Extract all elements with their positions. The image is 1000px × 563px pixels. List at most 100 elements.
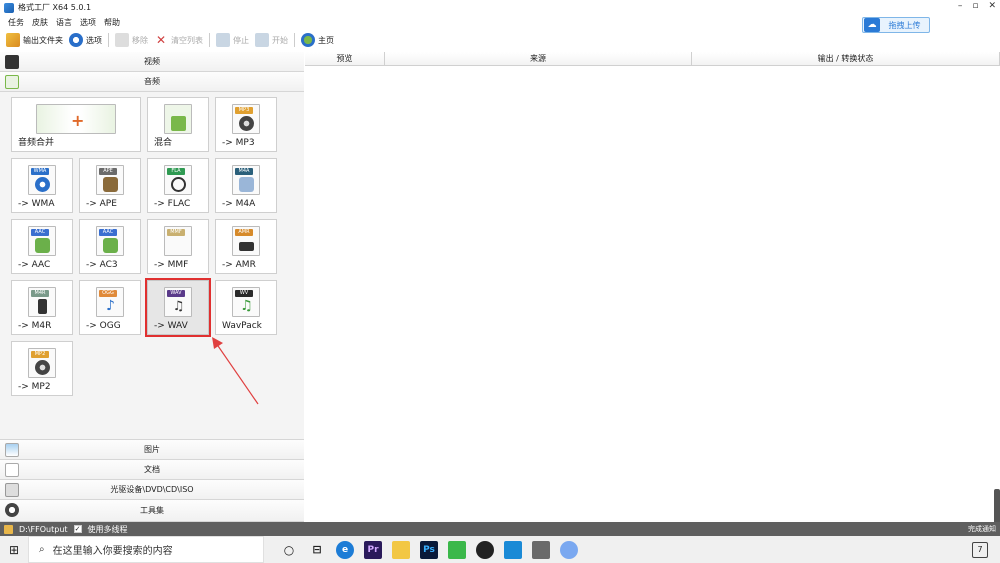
output-folder-button[interactable]: 输出文件夹	[6, 33, 63, 47]
app-icon[interactable]	[560, 540, 578, 559]
task-list-panel: 预览 来源 输出 / 转换状态	[305, 52, 1000, 525]
format-badge: FLA	[167, 168, 185, 175]
category-audio-label: 音频	[144, 77, 160, 86]
tile-audio-merge[interactable]: + 音频合并	[11, 97, 141, 152]
windows-start-icon[interactable]: ⊞	[0, 536, 28, 563]
wechat-icon[interactable]	[448, 540, 466, 559]
category-tools[interactable]: 工具集	[0, 500, 304, 522]
aac-file-icon: AAC	[28, 226, 56, 256]
toolbar-divider	[294, 33, 295, 47]
category-document[interactable]: 文档	[0, 460, 304, 480]
menu-language[interactable]: 语言	[56, 17, 72, 28]
menu-options[interactable]: 选项	[80, 17, 96, 28]
column-output-status[interactable]: 输出 / 转换状态	[692, 52, 1000, 66]
clear-list-label: 清空列表	[171, 35, 203, 45]
stop-button[interactable]: 停止	[216, 33, 249, 47]
tile-label: -> AAC	[18, 260, 51, 270]
play-disc-icon: WMA	[28, 165, 56, 195]
tile-label: -> OGG	[86, 321, 121, 331]
tile-label: -> MMF	[154, 260, 189, 270]
tile-label: -> AMR	[222, 260, 256, 270]
ape-file-icon: APE	[96, 165, 124, 195]
format-badge: M4R	[31, 290, 49, 297]
start-icon	[255, 33, 269, 47]
upload-label: 拖拽上传	[888, 20, 921, 30]
category-image[interactable]: 图片	[0, 440, 304, 460]
start-button[interactable]: 开始	[255, 33, 288, 47]
app-icon[interactable]	[504, 540, 522, 559]
globe-icon	[301, 33, 315, 47]
mmf-file-icon: MMF	[164, 226, 192, 256]
tile-mix[interactable]: 混合	[147, 97, 209, 152]
tile-mp3[interactable]: MP3 -> MP3	[215, 97, 277, 152]
file-explorer-icon[interactable]	[392, 540, 410, 559]
tile-ac3[interactable]: AAC -> AC3	[79, 219, 141, 274]
taskbar-search[interactable]: ⌕ 在这里输入你要搜索的内容	[28, 536, 264, 563]
start-label: 开始	[272, 35, 288, 45]
tile-mmf[interactable]: MMF -> MMF	[147, 219, 209, 274]
category-video[interactable]: 视频	[0, 52, 304, 72]
clear-list-button[interactable]: ✕ 清空列表	[154, 33, 203, 47]
tile-mp2[interactable]: MP2 -> MP2	[11, 341, 73, 396]
options-button[interactable]: 选项	[69, 33, 102, 47]
ac3-file-icon: AAC	[96, 226, 124, 256]
tile-wav[interactable]: WAV ♫ -> WAV	[145, 278, 211, 337]
maximize-button[interactable]: ▫	[972, 1, 978, 11]
tile-label: 混合	[154, 138, 173, 148]
menu-skin[interactable]: 皮肤	[32, 17, 48, 28]
tile-ogg[interactable]: OGG ♪ -> OGG	[79, 280, 141, 335]
minimize-button[interactable]: –	[958, 1, 963, 11]
tile-wma[interactable]: WMA -> WMA	[11, 158, 73, 213]
menu-task[interactable]: 任务	[8, 17, 24, 28]
remove-button[interactable]: 移除	[115, 33, 148, 47]
close-button[interactable]: ✕	[988, 1, 996, 11]
tile-ape[interactable]: APE -> APE	[79, 158, 141, 213]
format-badge: APE	[99, 168, 117, 175]
menu-help[interactable]: 帮助	[104, 17, 120, 28]
format-badge: AMR	[235, 229, 253, 236]
disc-drive-icon	[5, 483, 19, 497]
column-preview[interactable]: 预览	[305, 52, 385, 66]
task-view-icon[interactable]: ⊟	[308, 541, 326, 559]
qq-icon[interactable]	[476, 540, 494, 559]
tile-wavpack[interactable]: WV ♫ WavPack	[215, 280, 277, 335]
side-drag-handle[interactable]	[994, 489, 1000, 525]
tile-label: WavPack	[222, 321, 262, 331]
tile-aac[interactable]: AAC -> AAC	[11, 219, 73, 274]
notify-label[interactable]: 完成通知	[968, 524, 996, 534]
multithread-checkbox[interactable]: ✓	[73, 525, 82, 533]
tile-amr[interactable]: AMR -> AMR	[215, 219, 277, 274]
audio-tile-grid: + 音频合并 混合 MP3 -> MP3 WMA -> WMA APE -> A…	[0, 92, 304, 440]
toolbar: 输出文件夹 选项 移除 ✕ 清空列表 停止 开始 主页	[0, 30, 1000, 50]
menu-bar: 任务 皮肤 语言 选项 帮助	[0, 15, 1000, 29]
home-button[interactable]: 主页	[301, 33, 334, 47]
tile-label: -> MP2	[18, 382, 51, 392]
tile-m4a[interactable]: M4A -> M4A	[215, 158, 277, 213]
category-tools-label: 工具集	[140, 506, 164, 515]
category-disc[interactable]: 光驱设备\DVD\CD\ISO	[0, 480, 304, 500]
tile-flac[interactable]: FLA -> FLAC	[147, 158, 209, 213]
format-factory-icon[interactable]	[532, 540, 550, 559]
tile-label: -> AC3	[86, 260, 118, 270]
cortana-icon[interactable]: ○	[280, 541, 298, 559]
remove-label: 移除	[132, 35, 148, 45]
output-path[interactable]: D:\FFOutput	[19, 525, 68, 534]
wavpack-file-icon: WV ♫	[232, 287, 260, 317]
window-title: 格式工厂 X64 5.0.1	[18, 3, 92, 12]
notification-icon[interactable]: 7	[972, 542, 988, 558]
music-note-icon	[5, 75, 19, 89]
edge-icon[interactable]: e	[336, 540, 354, 559]
column-source[interactable]: 来源	[385, 52, 692, 66]
tile-label: -> WAV	[154, 321, 188, 331]
photoshop-icon[interactable]: Ps	[420, 540, 438, 559]
amr-file-icon: AMR	[232, 226, 260, 256]
search-placeholder: 在这里输入你要搜索的内容	[52, 546, 173, 557]
app-logo-icon	[4, 2, 14, 13]
category-audio[interactable]: 音频	[0, 72, 304, 92]
picture-icon	[5, 443, 19, 457]
tile-m4r[interactable]: M4R -> M4R	[11, 280, 73, 335]
category-panel: 视频 音频 + 音频合并 混合 MP3 -> MP3 WMA -> WMA AP…	[0, 52, 304, 522]
format-badge: MP2	[31, 351, 49, 358]
format-badge: MP3	[235, 107, 253, 114]
premiere-icon[interactable]: Pr	[364, 540, 382, 559]
